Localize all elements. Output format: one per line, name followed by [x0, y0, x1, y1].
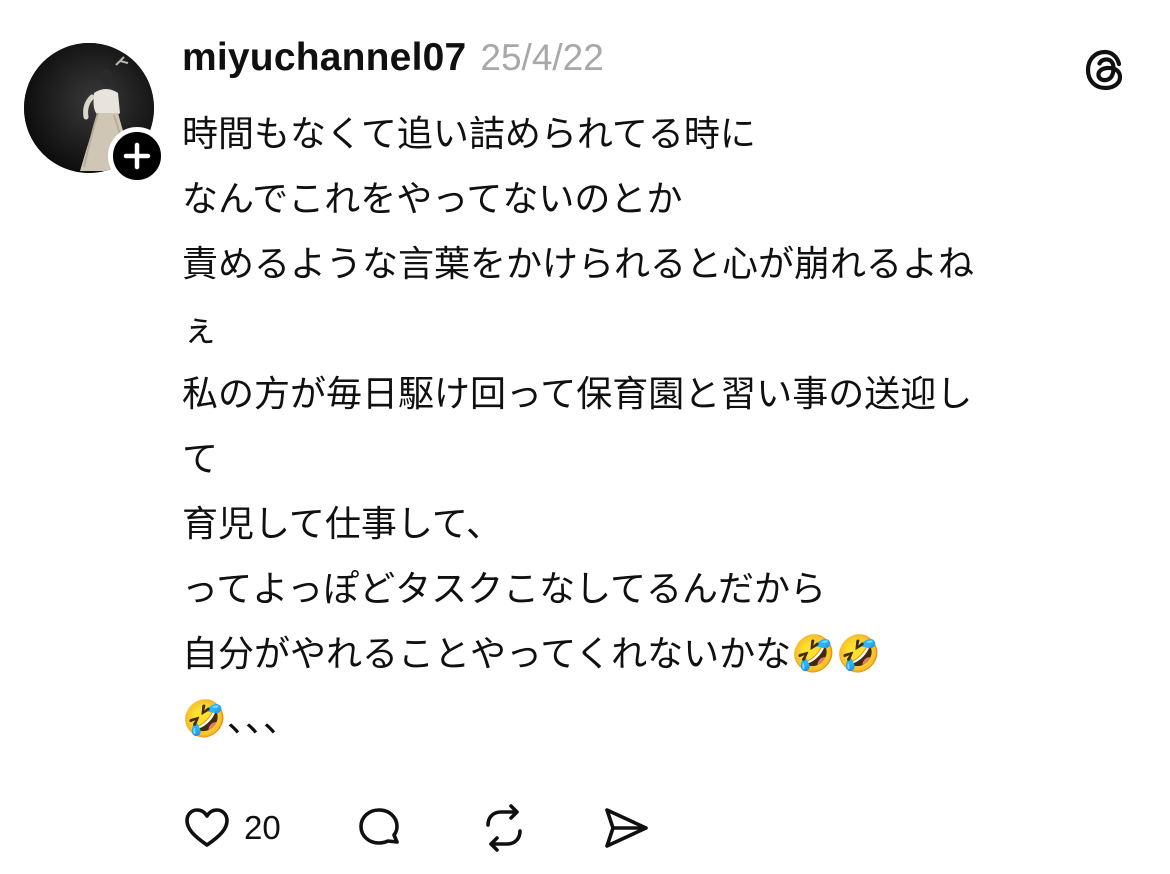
heart-icon — [185, 808, 229, 847]
timestamp: 25/4/22 — [480, 37, 604, 78]
like-count: 20 — [244, 809, 281, 846]
repost-button[interactable] — [477, 801, 531, 855]
repost-icon — [485, 804, 522, 852]
send-icon — [604, 808, 648, 848]
like-button[interactable]: 20 — [182, 803, 281, 853]
post-text-line: 時間もなくて追い詰められてる時に — [182, 114, 756, 155]
post-text-line: ってよっぽどタスクこなしてるんだから — [182, 569, 827, 610]
comment-icon — [358, 808, 399, 845]
username[interactable]: miyuchannel07 — [182, 36, 466, 80]
threads-logo — [1085, 49, 1123, 91]
post-text-line: ぇ — [182, 309, 219, 350]
post-text-line: 責めるような言葉をかけられると心が崩れるよね — [182, 244, 975, 285]
post-text-line: 自分がやれることやってくれないかな🤣🤣 — [182, 634, 881, 675]
post-text-line: て — [182, 439, 219, 480]
reply-button[interactable] — [353, 802, 405, 854]
follow-button[interactable] — [108, 127, 166, 185]
avatar-container — [24, 43, 166, 185]
action-bar: 20 — [182, 796, 653, 860]
post-body: 時間もなくて追い詰められてる時に なんでこれをやってないのとか 責めるような言葉… — [182, 102, 1132, 752]
thread-post: miyuchannel07 25/4/22 時間もなくて追い詰められてる時に な… — [0, 0, 1170, 874]
share-button[interactable] — [599, 801, 653, 855]
post-text-line: 私の方が毎日駆け回って保育園と習い事の送迎し — [182, 374, 973, 415]
post-text-line: なんでこれをやってないのとか — [182, 179, 683, 220]
plus-icon — [123, 142, 151, 170]
post-text-line: 🤣、、、 — [182, 699, 299, 740]
post-header: miyuchannel07 25/4/22 — [182, 36, 604, 94]
post-text-line: 育児して仕事して、 — [182, 504, 503, 545]
